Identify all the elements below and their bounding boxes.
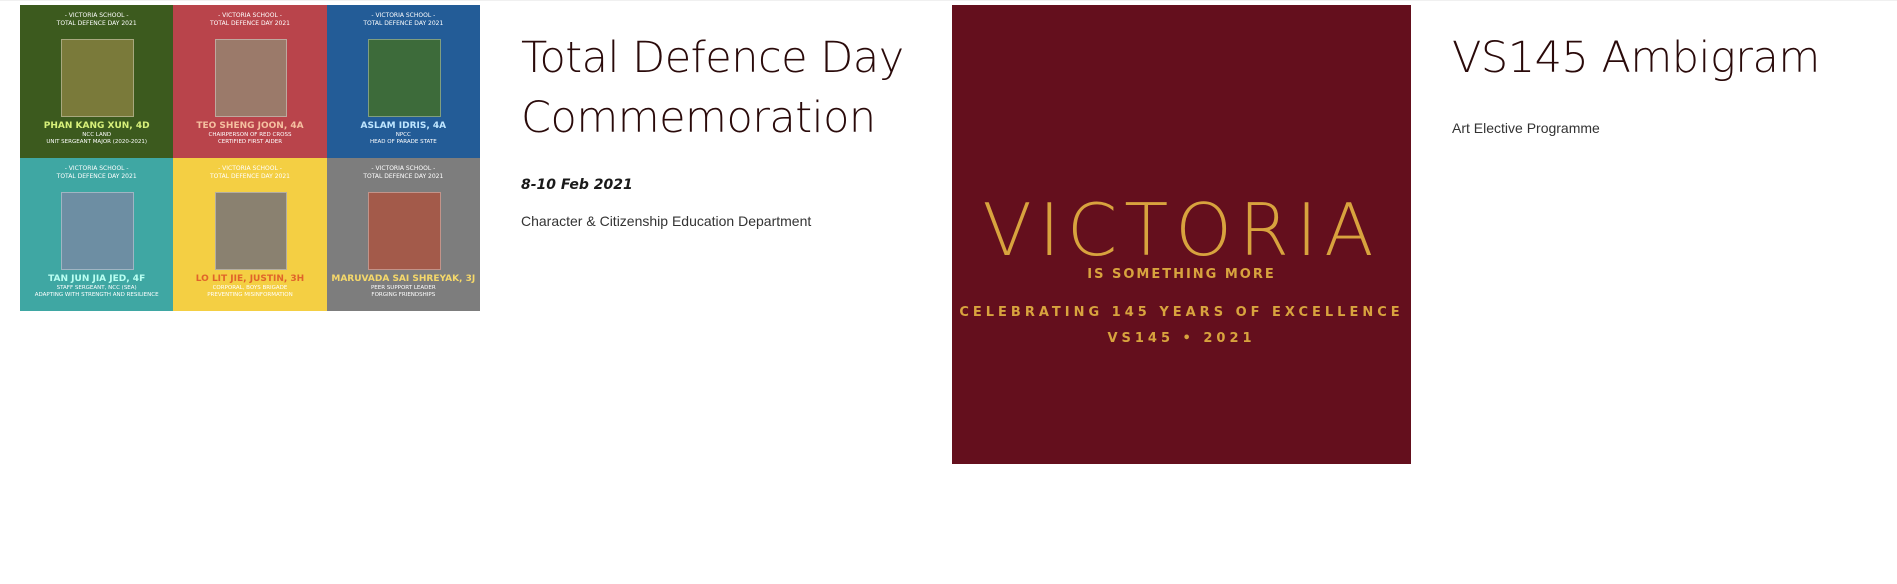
student-role: NPCC HEAD OF PARADE STATE	[369, 131, 437, 145]
student-name: PHAN KANG XUN, 4D	[43, 121, 150, 132]
student-name: ASLAM IDRIS, 4A	[360, 121, 447, 132]
project-date: 8-10 Feb 2021	[521, 177, 633, 193]
tile-1: - VICTORIA SCHOOL - TOTAL DEFENCE DAY 202…	[20, 5, 174, 158]
student-role: NCC LAND UNIT SERGEANT MAJOR (2020-2021)	[46, 131, 147, 145]
celebrating-text: CELEBRATING 145 YEARS OF EXCELLENCE	[959, 305, 1404, 320]
student-name: LO LIT JIE, JUSTIN, 3H	[195, 274, 305, 285]
tile-header: - VICTORIA SCHOOL - TOTAL DEFENCE DAY 202…	[363, 165, 444, 180]
vs145-ambigram-image[interactable]: VICTORIA IS SOMETHING MORE CELEBRATING 1…	[952, 5, 1411, 464]
student-role: PEER SUPPORT LEADER FORGING FRIENDSHIPS	[370, 284, 436, 298]
portrait-photo	[214, 38, 288, 118]
tile-header: - VICTORIA SCHOOL - TOTAL DEFENCE DAY 202…	[56, 165, 137, 180]
project-department: Art Elective Programme	[1452, 120, 1600, 136]
tile-header: - VICTORIA SCHOOL - TOTAL DEFENCE DAY 202…	[56, 12, 137, 27]
ambigram-tagline: IS SOMETHING MORE	[1087, 267, 1276, 282]
portrait-photo	[61, 191, 134, 271]
project-title[interactable]: VS145 Ambigram	[1452, 28, 1872, 88]
tile-header: - VICTORIA SCHOOL - TOTAL DEFENCE DAY 202…	[210, 165, 290, 180]
portrait-photo	[214, 191, 288, 271]
tile-header: - VICTORIA SCHOOL - TOTAL DEFENCE DAY 202…	[210, 12, 290, 27]
top-divider	[0, 0, 1897, 1]
student-name: TEO SHENG JOON, 4A	[196, 121, 304, 132]
tile-2: - VICTORIA SCHOOL - TOTAL DEFENCE DAY 202…	[173, 5, 327, 158]
tile-3: - VICTORIA SCHOOL - TOTAL DEFENCE DAY 202…	[326, 5, 480, 158]
portrait-photo	[368, 191, 441, 271]
project-department: Character & Citizenship Education Depart…	[521, 213, 812, 229]
year-text: VS145 • 2021	[1107, 331, 1256, 346]
student-role: STAFF SERGEANT, NCC (SEA) ADAPTING WITH …	[34, 284, 159, 298]
student-role: CORPORAL, BOYS BRIGADE PREVENTING MISINF…	[207, 284, 293, 298]
tile-5: - VICTORIA SCHOOL - TOTAL DEFENCE DAY 202…	[173, 158, 327, 311]
student-name: MARUVADA SAI SHREYAK, 3J	[331, 274, 476, 285]
project-title[interactable]: Total Defence Day Commemoration	[521, 28, 911, 148]
ambigram-wordmark: VICTORIA	[982, 188, 1381, 272]
portrait-photo	[368, 38, 441, 118]
student-name: TAN JUN JIA JED, 4F	[48, 274, 146, 285]
tile-4: - VICTORIA SCHOOL - TOTAL DEFENCE DAY 202…	[20, 158, 174, 311]
tile-header: - VICTORIA SCHOOL - TOTAL DEFENCE DAY 202…	[363, 12, 444, 27]
student-role: CHAIRPERSON OF RED CROSS CERTIFIED FIRST…	[208, 131, 292, 145]
total-defence-day-image[interactable]: - VICTORIA SCHOOL - TOTAL DEFENCE DAY 202…	[20, 5, 480, 311]
tile-6: - VICTORIA SCHOOL - TOTAL DEFENCE DAY 202…	[326, 158, 480, 311]
portrait-photo	[61, 38, 134, 118]
